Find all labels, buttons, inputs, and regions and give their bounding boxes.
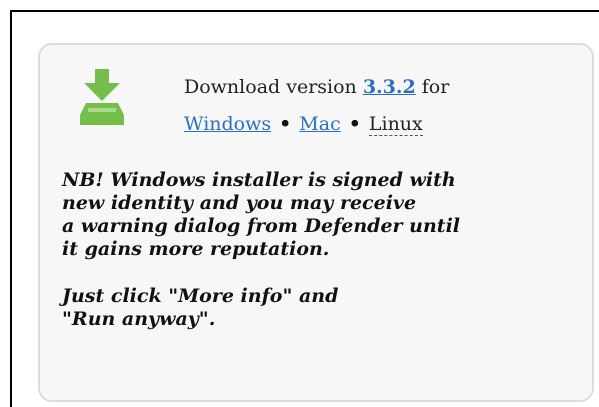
- instruction-line: "Run anyway".: [62, 308, 216, 330]
- download-suffix: for: [421, 76, 450, 98]
- instruction-notice: Just click "More info" and "Run anyway".: [62, 285, 582, 331]
- linux-link[interactable]: Linux: [368, 113, 423, 136]
- platform-links: Windows • Mac • Linux: [184, 106, 564, 143]
- notice-line: a warning dialog from Defender until: [62, 215, 461, 237]
- download-text: Download version 3.3.2 for Windows • Mac • L…: [184, 69, 564, 143]
- download-prefix: Download version: [184, 76, 357, 98]
- download-icon: [80, 69, 124, 125]
- page-frame: Download version 3.3.2 for Windows • Mac • L…: [10, 10, 599, 407]
- installer-notice: NB! Windows installer is signed with new…: [62, 169, 582, 331]
- download-card: Download version 3.3.2 for Windows • Mac • L…: [38, 43, 594, 402]
- separator-dot: •: [279, 113, 292, 135]
- windows-link[interactable]: Windows: [184, 113, 271, 135]
- signature-notice: NB! Windows installer is signed with new…: [62, 169, 582, 261]
- notice-line: new identity and you may receive: [62, 192, 417, 214]
- version-link[interactable]: 3.3.2: [363, 76, 416, 98]
- notice-line: NB! Windows installer is signed with: [62, 169, 456, 191]
- notice-line: it gains more reputation.: [62, 238, 330, 260]
- mac-link[interactable]: Mac: [299, 113, 340, 135]
- separator-dot: •: [348, 113, 361, 135]
- download-line-1: Download version 3.3.2 for: [184, 69, 564, 106]
- instruction-line: Just click "More info" and: [62, 285, 339, 307]
